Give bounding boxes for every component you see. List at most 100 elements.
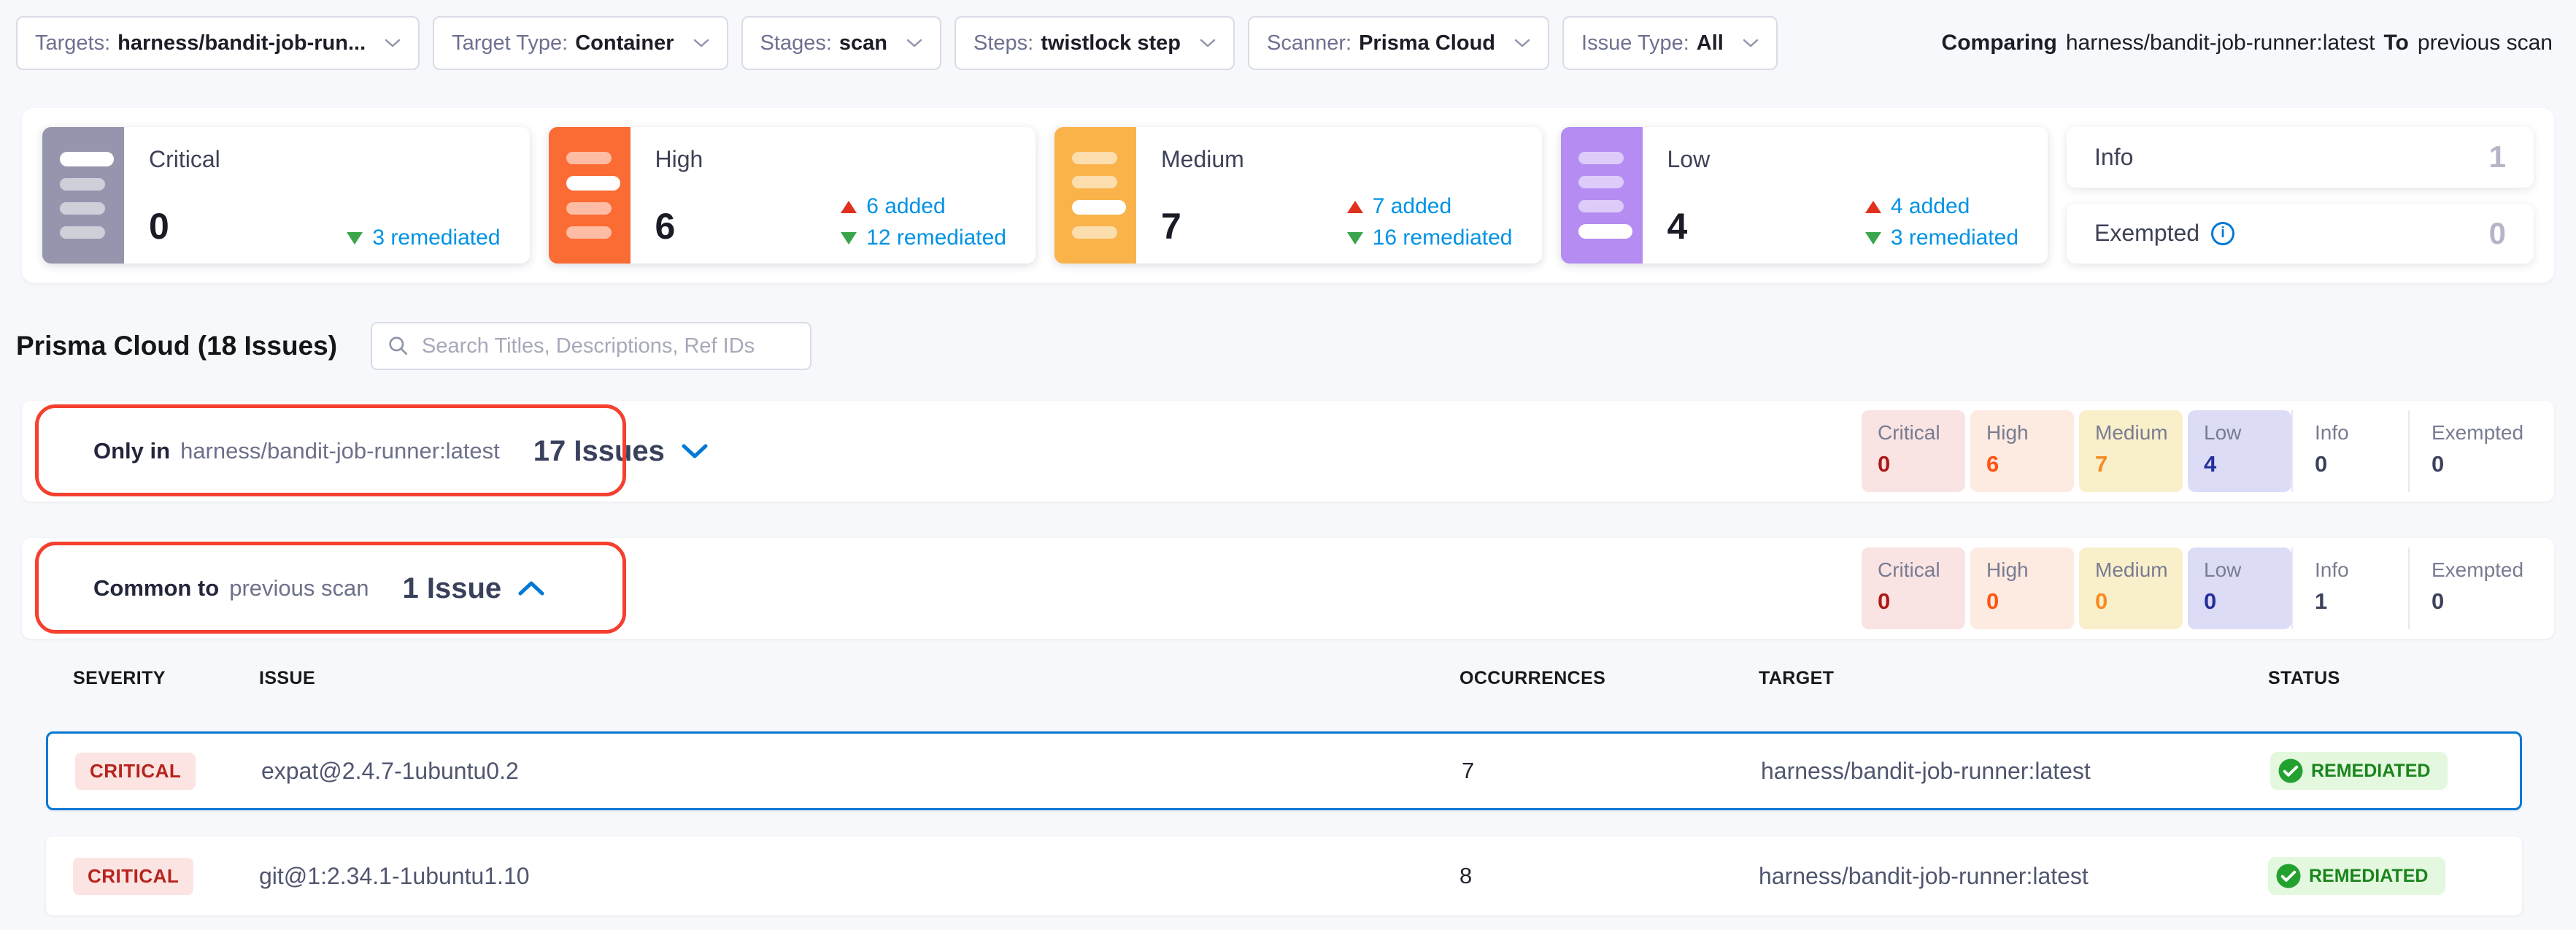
- chip-medium: Medium 7: [2079, 410, 2183, 492]
- band-prefix: Common to: [93, 575, 219, 602]
- band-only-in[interactable]: Only in harness/bandit-job-runner:latest…: [22, 401, 2554, 501]
- filter-target-type[interactable]: Target Type: Container: [433, 16, 728, 70]
- severity-card-count: 0: [149, 205, 169, 247]
- band-subject: harness/bandit-job-runner:latest: [180, 438, 500, 464]
- critical-severity-icon: [42, 127, 124, 264]
- chip-medium: Medium 0: [2079, 547, 2183, 629]
- issues-section-head: Prisma Cloud (18 Issues): [16, 322, 2554, 370]
- filter-label: Target Type:: [452, 31, 568, 55]
- severity-card-label: Medium: [1161, 146, 1517, 173]
- band-subject: previous scan: [229, 575, 369, 602]
- chevron-down-icon: [385, 38, 401, 48]
- chevron-down-icon: [1200, 38, 1216, 48]
- remediated-text: 16 remediated: [1373, 226, 1513, 250]
- chip-high: High 0: [1970, 547, 2074, 629]
- info-card-count: 1: [2489, 139, 2506, 174]
- remediated-text: 12 remediated: [866, 226, 1006, 250]
- low-severity-icon: [1561, 127, 1643, 264]
- remediated-link[interactable]: 3 remediated: [347, 226, 500, 250]
- filter-stages[interactable]: Stages: scan: [741, 16, 941, 70]
- severity-card-medium: Medium 7 7 added 16 remediated: [1054, 127, 1542, 264]
- added-text: 6 added: [866, 194, 945, 219]
- chevron-down-icon: [906, 38, 922, 48]
- chevron-up-icon[interactable]: [517, 580, 545, 597]
- medium-severity-icon: [1054, 127, 1136, 264]
- chip-high: High 6: [1970, 410, 2074, 492]
- filter-steps[interactable]: Steps: twistlock step: [955, 16, 1235, 70]
- severity-badge: CRITICAL: [73, 858, 193, 895]
- chip-exempted: Exempted 0: [2408, 410, 2525, 492]
- remediated-link[interactable]: 3 remediated: [1865, 226, 2018, 250]
- filter-scanner[interactable]: Scanner: Prisma Cloud: [1248, 16, 1549, 70]
- filter-issue-type[interactable]: Issue Type: All: [1562, 16, 1778, 70]
- remediated-text: 3 remediated: [1891, 226, 2018, 250]
- high-severity-icon: [549, 127, 630, 264]
- severity-card-high: High 6 6 added 12 remediated: [549, 127, 1036, 264]
- added-up-icon: [841, 201, 857, 213]
- severity-card-label: High: [655, 146, 1011, 173]
- filter-value: Prisma Cloud: [1359, 31, 1495, 55]
- info-icon[interactable]: [2211, 222, 2234, 245]
- info-exempted-column: Info 1 Exempted 0: [2067, 127, 2534, 264]
- chip-critical: Critical 0: [1862, 410, 1965, 492]
- filter-value: twistlock step: [1041, 31, 1181, 55]
- column-status: STATUS: [2268, 668, 2522, 689]
- info-card: Info 1: [2067, 127, 2534, 188]
- chevron-down-icon[interactable]: [681, 442, 709, 460]
- filter-value: harness/bandit-job-run...: [117, 31, 366, 55]
- table-row[interactable]: CRITICAL expat@2.4.7-1ubuntu0.2 7 harnes…: [46, 731, 2522, 810]
- filter-label: Steps:: [973, 31, 1033, 55]
- filter-value: scan: [839, 31, 887, 55]
- search-icon: [387, 334, 410, 358]
- added-link[interactable]: 4 added: [1865, 194, 1970, 219]
- severity-summary-strip: Critical 0 3 remediated High 6 6 added: [22, 108, 2554, 283]
- chip-critical: Critical 0: [1862, 547, 1965, 629]
- column-occurrences: OCCURRENCES: [1459, 668, 1759, 689]
- severity-card-label: Critical: [149, 146, 505, 173]
- issue-name: expat@2.4.7-1ubuntu0.2: [261, 758, 1462, 785]
- search-input[interactable]: [420, 334, 795, 359]
- added-text: 4 added: [1891, 194, 1970, 219]
- band-prefix: Only in: [93, 438, 170, 464]
- column-issue: ISSUE: [259, 668, 1459, 689]
- severity-card-critical: Critical 0 3 remediated: [42, 127, 530, 264]
- filter-label: Issue Type:: [1581, 31, 1689, 55]
- remediated-down-icon: [347, 232, 363, 245]
- added-up-icon: [1865, 201, 1881, 213]
- severity-card-count: 7: [1161, 205, 1181, 247]
- filter-value: All: [1697, 31, 1724, 55]
- target-name: harness/bandit-job-runner:latest: [1759, 863, 2268, 890]
- filter-label: Stages:: [760, 31, 832, 55]
- comparing-target: harness/bandit-job-runner:latest: [2066, 31, 2375, 55]
- severity-chip-row: Critical 0 High 0 Medium 0 Low 0 Info 1 …: [1856, 547, 2554, 629]
- added-link[interactable]: 7 added: [1347, 194, 1451, 219]
- status-badge: REMEDIATED: [2270, 752, 2448, 790]
- info-card-label: Info: [2094, 144, 2133, 171]
- chip-low: Low 0: [2188, 547, 2291, 629]
- issue-name: git@1:2.34.1-1ubuntu1.10: [259, 863, 1459, 890]
- chevron-down-icon: [693, 38, 709, 48]
- chip-exempted: Exempted 0: [2408, 547, 2525, 629]
- column-target: TARGET: [1759, 668, 2268, 689]
- added-up-icon: [1347, 201, 1363, 213]
- occurrences-count: 8: [1459, 863, 1759, 889]
- added-link[interactable]: 6 added: [841, 194, 945, 219]
- filter-label: Targets:: [35, 31, 110, 55]
- band-issue-count: 1 Issue: [402, 572, 501, 605]
- chip-info: Info 0: [2291, 410, 2408, 492]
- band-common-to[interactable]: Common to previous scan 1 Issue Critical…: [22, 538, 2554, 639]
- filter-targets[interactable]: Targets: harness/bandit-job-run...: [16, 16, 420, 70]
- issues-table-header: SEVERITY ISSUE OCCURRENCES TARGET STATUS: [46, 668, 2522, 689]
- remediated-link[interactable]: 16 remediated: [1347, 226, 1513, 250]
- remediated-link[interactable]: 12 remediated: [841, 226, 1006, 250]
- status-text: REMEDIATED: [2311, 761, 2430, 782]
- filter-label: Scanner:: [1267, 31, 1351, 55]
- table-row[interactable]: CRITICAL git@1:2.34.1-1ubuntu1.10 8 harn…: [46, 837, 2522, 915]
- remediated-down-icon: [841, 232, 857, 245]
- status-text: REMEDIATED: [2309, 866, 2428, 887]
- comparing-to-label: To: [2383, 31, 2408, 55]
- remediated-down-icon: [1347, 232, 1363, 245]
- chevron-down-icon: [1514, 38, 1530, 48]
- chevron-down-icon: [1743, 38, 1759, 48]
- filter-bar: Targets: harness/bandit-job-run... Targe…: [0, 0, 2576, 70]
